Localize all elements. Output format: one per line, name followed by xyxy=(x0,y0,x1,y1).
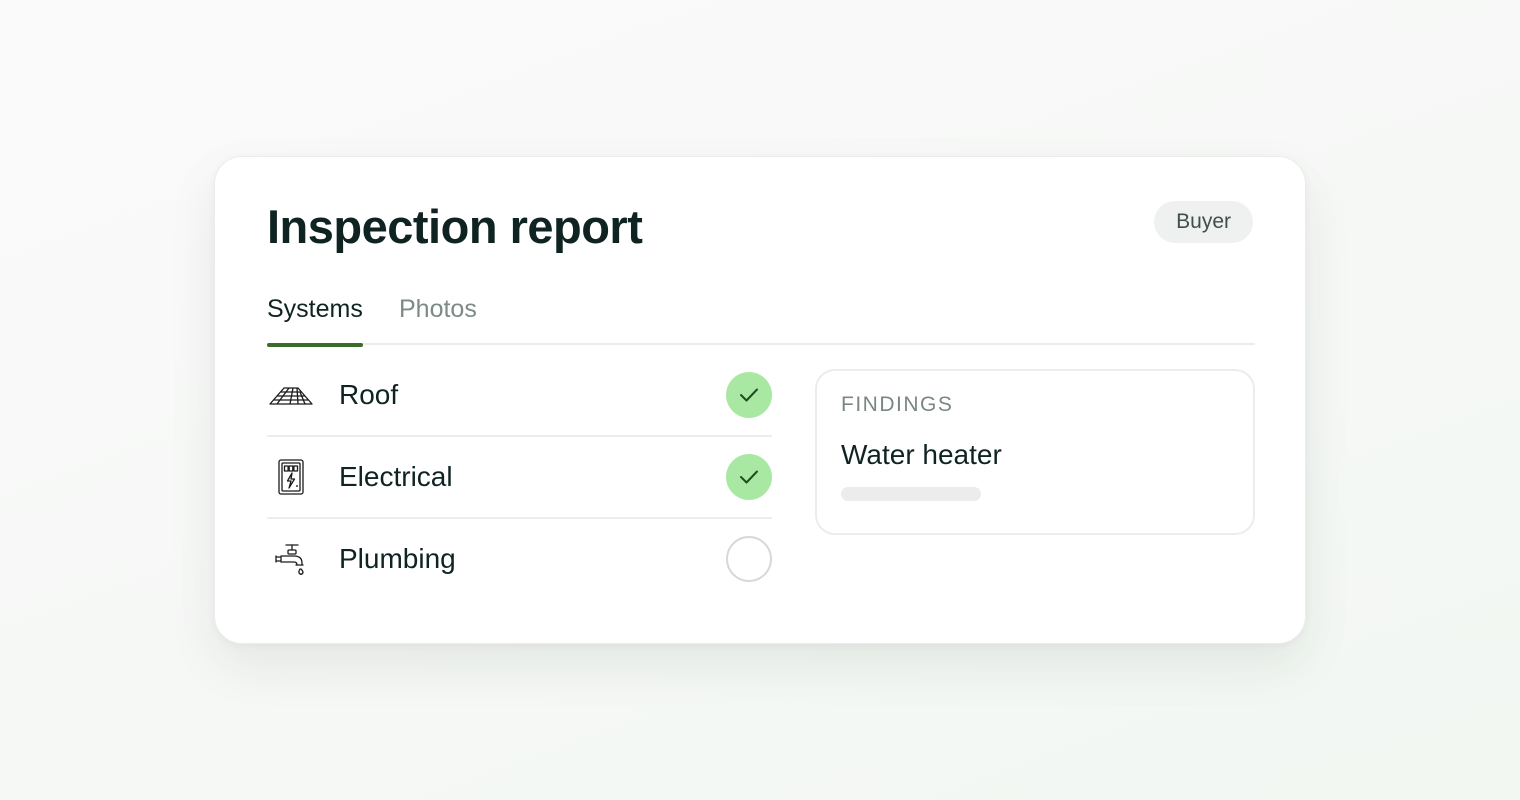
incomplete-circle-icon xyxy=(726,536,772,582)
tab-photos[interactable]: Photos xyxy=(399,289,477,345)
finding-item: Water heater xyxy=(841,439,1002,470)
system-row-electrical[interactable]: Electrical xyxy=(267,437,772,519)
systems-list: Roof Electrical Plumbing xyxy=(267,355,772,599)
faucet-icon xyxy=(267,539,315,579)
system-label: Electrical xyxy=(339,461,453,492)
system-label: Plumbing xyxy=(339,543,456,574)
complete-check-icon xyxy=(726,372,772,418)
page-title: Inspection report xyxy=(267,200,643,253)
role-badge[interactable]: Buyer xyxy=(1154,201,1253,243)
tab-systems[interactable]: Systems xyxy=(267,289,363,347)
tab-bar: Systems Photos xyxy=(267,289,1255,347)
system-row-plumbing[interactable]: Plumbing xyxy=(267,519,772,599)
finding-detail-placeholder xyxy=(841,487,981,501)
electrical-panel-icon xyxy=(267,457,315,497)
findings-panel[interactable]: FINDINGS Water heater xyxy=(815,369,1255,535)
system-label: Roof xyxy=(339,379,399,410)
roof-icon xyxy=(267,375,315,415)
complete-check-icon xyxy=(726,454,772,500)
findings-heading: FINDINGS xyxy=(841,393,954,416)
system-row-roof[interactable]: Roof xyxy=(267,355,772,437)
inspection-report-card: Inspection report Buyer Systems Photos R… xyxy=(214,156,1306,644)
